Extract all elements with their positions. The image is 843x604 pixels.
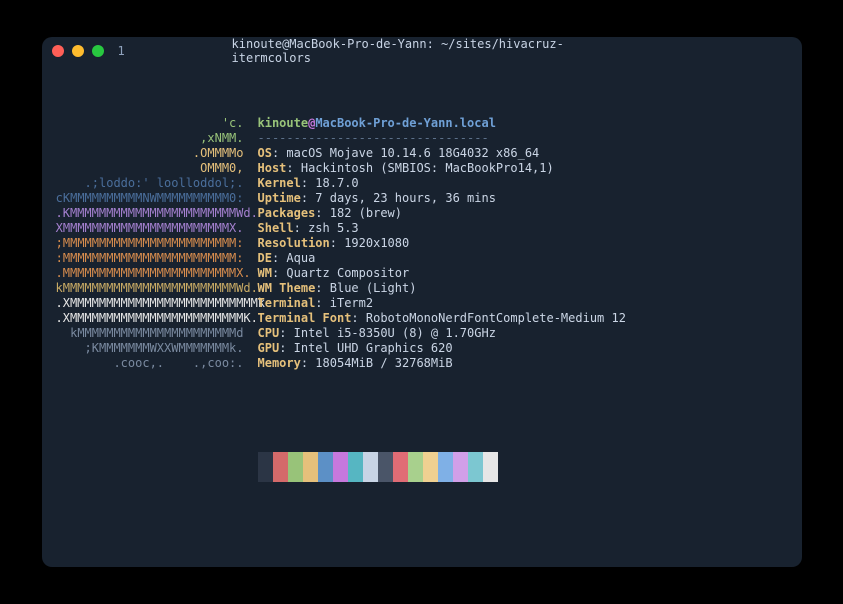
sysinfo-line: Memory: 18054MiB / 32768MiB bbox=[258, 356, 788, 371]
ascii-art-line: ;MMMMMMMMMMMMMMMMMMMMMMMM: bbox=[56, 236, 258, 251]
color-swatch bbox=[438, 452, 453, 482]
color-swatch bbox=[333, 452, 348, 482]
sysinfo-line: Terminal: iTerm2 bbox=[258, 296, 788, 311]
color-swatch bbox=[423, 452, 438, 482]
color-swatch bbox=[273, 452, 288, 482]
ascii-art-line: .;loddo:' loolloddol;. bbox=[56, 176, 258, 191]
ascii-art-line: kMMMMMMMMMMMMMMMMMMMMMMd bbox=[56, 326, 258, 341]
color-swatch bbox=[483, 452, 498, 482]
sysinfo-line: WM Theme: Blue (Light) bbox=[258, 281, 788, 296]
close-icon[interactable] bbox=[52, 45, 64, 57]
ascii-art-line: :MMMMMMMMMMMMMMMMMMMMMMMM: bbox=[56, 251, 258, 266]
color-swatch bbox=[393, 452, 408, 482]
ascii-art-line: OMMM0, bbox=[56, 161, 258, 176]
color-swatch bbox=[468, 452, 483, 482]
color-swatches bbox=[258, 452, 788, 482]
ascii-art-line: ,xNMM. bbox=[56, 131, 258, 146]
ascii-art-line: .KMMMMMMMMMMMMMMMMMMMMMMMWd. bbox=[56, 206, 258, 221]
ascii-art-line: ;KMMMMMMMWXXWMMMMMMMk. bbox=[56, 341, 258, 356]
color-swatch bbox=[318, 452, 333, 482]
terminal-window: 1 kinoute@MacBook-Pro-de-Yann: ~/sites/h… bbox=[42, 37, 802, 567]
sysinfo-line: Resolution: 1920x1080 bbox=[258, 236, 788, 251]
ascii-art-line: cKMMMMMMMMMMNWMMMMMMMMMM0: bbox=[56, 191, 258, 206]
ascii-art-line: .cooc,. .,coo:. bbox=[56, 356, 258, 371]
ascii-art-line: .MMMMMMMMMMMMMMMMMMMMMMMMX. bbox=[56, 266, 258, 281]
sysinfo-line: kinoute@MacBook-Pro-de-Yann.local bbox=[258, 116, 788, 131]
sysinfo-line: Host: Hackintosh (SMBIOS: MacBookPro14,1… bbox=[258, 161, 788, 176]
ascii-art-line: .XMMMMMMMMMMMMMMMMMMMMMMMMMMk bbox=[56, 296, 258, 311]
ascii-art-line: kMMMMMMMMMMMMMMMMMMMMMMMMWd. bbox=[56, 281, 258, 296]
sysinfo-line: Shell: zsh 5.3 bbox=[258, 221, 788, 236]
titlebar: 1 kinoute@MacBook-Pro-de-Yann: ~/sites/h… bbox=[42, 37, 802, 65]
sysinfo-line: CPU: Intel i5-8350U (8) @ 1.70GHz bbox=[258, 326, 788, 341]
sysinfo-line: Kernel: 18.7.0 bbox=[258, 176, 788, 191]
sysinfo-line: WM: Quartz Compositor bbox=[258, 266, 788, 281]
ascii-art-line: 'c. bbox=[56, 116, 258, 131]
ascii-art-line: .XMMMMMMMMMMMMMMMMMMMMMMMMK. bbox=[56, 311, 258, 326]
zoom-icon[interactable] bbox=[92, 45, 104, 57]
traffic-lights bbox=[52, 45, 104, 57]
color-swatch bbox=[363, 452, 378, 482]
color-swatch bbox=[378, 452, 393, 482]
ascii-art-line: .OMMMMo bbox=[56, 146, 258, 161]
window-title: kinoute@MacBook-Pro-de-Yann: ~/sites/hiv… bbox=[232, 37, 612, 65]
sysinfo-line: Packages: 182 (brew) bbox=[258, 206, 788, 221]
terminal-body[interactable]: 'c.kinoute@MacBook-Pro-de-Yann.local,xNM… bbox=[42, 65, 802, 567]
color-swatch bbox=[408, 452, 423, 482]
sysinfo-line: Uptime: 7 days, 23 hours, 36 mins bbox=[258, 191, 788, 206]
sysinfo-line: OS: macOS Mojave 10.14.6 18G4032 x86_64 bbox=[258, 146, 788, 161]
color-swatch bbox=[303, 452, 318, 482]
sysinfo-line: -------------------------------- bbox=[258, 131, 788, 146]
sysinfo-line: DE: Aqua bbox=[258, 251, 788, 266]
color-swatch bbox=[258, 452, 273, 482]
tab-number: 1 bbox=[118, 44, 125, 58]
ascii-art-line: XMMMMMMMMMMMMMMMMMMMMMMMX. bbox=[56, 221, 258, 236]
color-swatch bbox=[288, 452, 303, 482]
minimize-icon[interactable] bbox=[72, 45, 84, 57]
color-swatch bbox=[453, 452, 468, 482]
sysinfo-line: Terminal Font: RobotoMonoNerdFontComplet… bbox=[258, 311, 788, 326]
sysinfo-line: GPU: Intel UHD Graphics 620 bbox=[258, 341, 788, 356]
color-swatch bbox=[348, 452, 363, 482]
